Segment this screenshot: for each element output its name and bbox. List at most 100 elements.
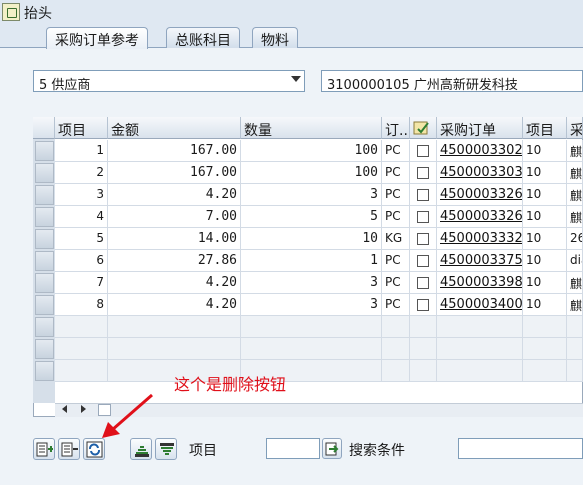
cell-item: 3 (55, 184, 108, 206)
empty-row-selector[interactable] (35, 339, 54, 359)
empty-cell[interactable] (437, 338, 523, 360)
cell-po-link[interactable]: 4500003326 (437, 206, 523, 228)
empty-cell[interactable] (241, 338, 382, 360)
cell-extra: 麒 (567, 294, 583, 316)
col-header-po[interactable]: 采购订单 (437, 117, 523, 139)
execute-search-icon (325, 442, 339, 456)
cell-po-link[interactable]: 4500003375 (437, 250, 523, 272)
row-checkbox[interactable] (417, 189, 429, 201)
add-row-button[interactable] (33, 438, 55, 460)
cell-po-link[interactable]: 4500003332 (437, 228, 523, 250)
row-selector[interactable] (35, 141, 54, 161)
filter-button[interactable] (155, 438, 177, 460)
cell-item: 6 (55, 250, 108, 272)
cell-po-item: 10 (523, 162, 567, 184)
empty-cell[interactable] (410, 338, 437, 360)
empty-cell[interactable] (523, 316, 567, 338)
empty-cell[interactable] (108, 316, 241, 338)
row-checkbox[interactable] (417, 145, 429, 157)
row-selector[interactable] (35, 295, 54, 315)
row-selector[interactable] (35, 273, 54, 293)
empty-cell[interactable] (410, 360, 437, 382)
tab-gl-account[interactable]: 总账科目 (166, 27, 240, 49)
row-selector[interactable] (35, 251, 54, 271)
reference-type-select[interactable]: 5 供应商 (33, 70, 305, 92)
row-checkbox[interactable] (417, 167, 429, 179)
cell-quantity: 3 (241, 272, 382, 294)
empty-cell[interactable] (410, 316, 437, 338)
empty-cell[interactable] (55, 360, 108, 382)
cell-po-item: 10 (523, 206, 567, 228)
vendor-field[interactable]: 3100000105 广州高新研发科技 (321, 70, 583, 92)
row-checkbox[interactable] (417, 277, 429, 289)
col-header-item[interactable]: 项目 (55, 117, 108, 139)
cell-po-item: 10 (523, 228, 567, 250)
row-checkbox[interactable] (417, 255, 429, 267)
col-header-po-item[interactable]: 项目 (523, 117, 567, 139)
cell-quantity: 10 (241, 228, 382, 250)
cell-po-link[interactable]: 4500003326 (437, 184, 523, 206)
empty-cell[interactable] (55, 338, 108, 360)
empty-cell[interactable] (437, 316, 523, 338)
search-criteria-label: 搜索条件 (349, 443, 405, 459)
sort-button[interactable] (130, 438, 152, 460)
cell-po-link[interactable]: 4500003303 (437, 162, 523, 184)
delete-row-button[interactable] (58, 438, 80, 460)
cell-quantity: 5 (241, 206, 382, 228)
empty-cell[interactable] (108, 338, 241, 360)
header-toggle-icon[interactable] (2, 3, 20, 21)
row-selector[interactable] (35, 185, 54, 205)
empty-cell[interactable] (382, 316, 410, 338)
cell-amount: 167.00 (108, 162, 241, 184)
cell-quantity: 3 (241, 184, 382, 206)
scroll-right-icon[interactable] (81, 405, 86, 413)
row-checkbox[interactable] (417, 211, 429, 223)
empty-cell[interactable] (567, 316, 583, 338)
item-label: 项目 (189, 443, 217, 459)
search-help-button[interactable] (322, 438, 342, 459)
cell-unit: PC (382, 162, 410, 184)
cell-po-link[interactable]: 4500003398 (437, 272, 523, 294)
select-all-header[interactable] (33, 117, 55, 139)
cell-amount: 4.20 (108, 272, 241, 294)
row-selector[interactable] (35, 229, 54, 249)
cell-extra: 麒 (567, 184, 583, 206)
empty-cell[interactable] (523, 338, 567, 360)
cell-extra: 26 (567, 228, 583, 250)
empty-cell[interactable] (382, 338, 410, 360)
empty-row-selector[interactable] (35, 361, 54, 381)
empty-cell[interactable] (567, 360, 583, 382)
row-checkbox[interactable] (417, 233, 429, 245)
col-header-order-unit[interactable]: 订.. (382, 117, 410, 139)
refresh-button[interactable] (83, 438, 105, 460)
checked-list-icon (413, 121, 429, 135)
empty-row-selector[interactable] (35, 317, 54, 337)
col-header-quantity[interactable]: 数量 (241, 117, 382, 139)
col-header-check[interactable] (410, 117, 437, 139)
empty-cell[interactable] (382, 360, 410, 382)
scroll-left-icon[interactable] (62, 405, 67, 413)
empty-cell[interactable] (55, 316, 108, 338)
tab-po-reference[interactable]: 采购订单参考 (46, 27, 148, 49)
row-selector[interactable] (35, 207, 54, 227)
cell-po-link[interactable]: 4500003400 (437, 294, 523, 316)
row-selector[interactable] (35, 163, 54, 183)
empty-cell[interactable] (241, 316, 382, 338)
col-header-amount[interactable]: 金额 (108, 117, 241, 139)
cell-po-link[interactable]: 4500003302 (437, 140, 523, 162)
search-criteria-input[interactable] (458, 438, 583, 459)
cell-check (410, 250, 437, 272)
tab-material[interactable]: 物料 (252, 27, 298, 49)
empty-cell[interactable] (567, 338, 583, 360)
col-header-extra[interactable]: 采 (567, 117, 583, 139)
delete-row-icon (61, 442, 78, 457)
empty-cell[interactable] (437, 360, 523, 382)
cell-item: 1 (55, 140, 108, 162)
cell-check (410, 162, 437, 184)
item-input[interactable] (266, 438, 320, 459)
cell-check (410, 294, 437, 316)
cell-amount: 7.00 (108, 206, 241, 228)
empty-cell[interactable] (523, 360, 567, 382)
chevron-down-icon[interactable] (291, 76, 301, 82)
row-checkbox[interactable] (417, 299, 429, 311)
